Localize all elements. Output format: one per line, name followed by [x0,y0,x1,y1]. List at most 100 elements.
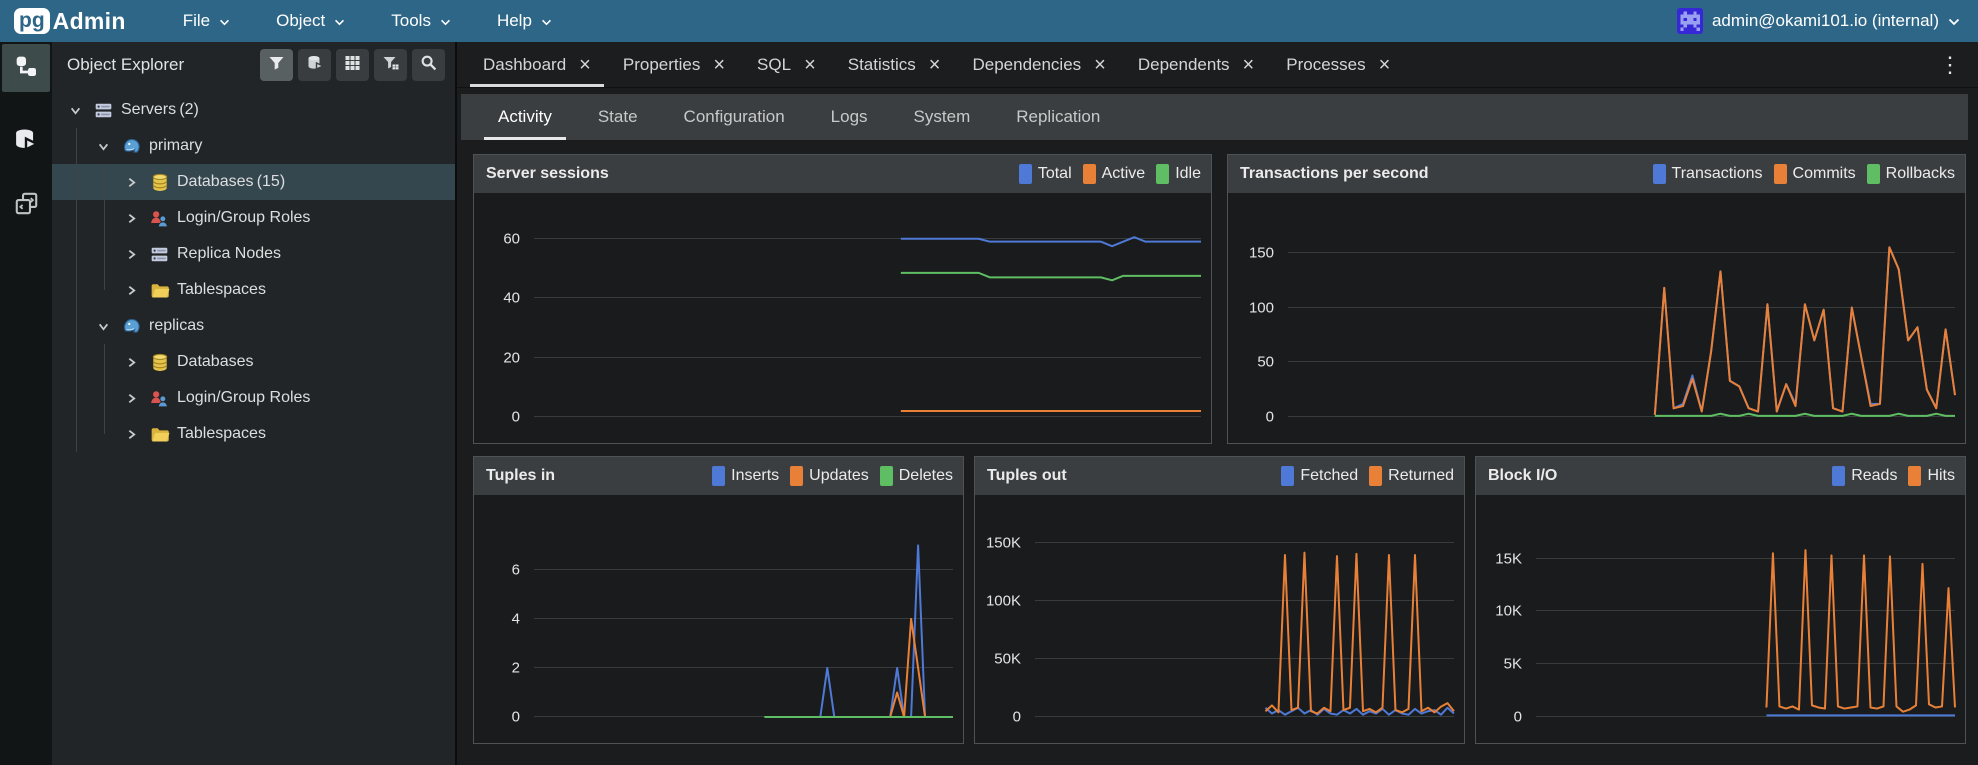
legend-label: Hits [1927,467,1955,484]
tree-item-tablespaces[interactable]: Tablespaces [52,272,455,308]
object-explorer-tree: Servers (2) primary Databases (15) Login/Gr… [52,88,455,765]
query-tool-icon [13,128,40,157]
close-icon[interactable]: × [1243,55,1255,75]
subtab-state[interactable]: State [575,94,661,140]
tree-item-primary[interactable]: primary [52,128,455,164]
expand-twisty-icon[interactable] [120,249,142,260]
tree-indent-guide [104,164,105,290]
tab-label: Properties [622,54,701,74]
close-icon[interactable]: × [713,55,725,75]
kebab-menu-icon[interactable]: ⋮ [1923,52,1978,78]
filter-icon [268,55,285,76]
tab-dependents[interactable]: Dependents × [1122,42,1270,87]
expand-twisty-icon[interactable] [120,213,142,224]
tab-label: Dependents [1137,54,1230,74]
panel-block-io: Block I/O Reads Hits 0 5K 10K 15K [1475,456,1966,744]
tab-statistics[interactable]: Statistics × [832,42,957,87]
legend-swatch [1832,466,1846,486]
legend-label: Total [1037,165,1072,182]
filter-table-button[interactable] [374,49,407,81]
search-icon [420,54,437,76]
menu-help[interactable]: Help [474,0,575,42]
close-icon[interactable]: × [1379,55,1391,75]
expand-twisty-icon[interactable] [120,357,142,368]
expand-twisty-icon[interactable] [120,429,142,440]
tab-sql[interactable]: SQL × [741,42,832,87]
grid-icon [344,55,361,76]
menu-tools[interactable]: Tools [368,0,474,42]
collapse-twisty-icon[interactable] [64,105,86,116]
y-tick-label: 6 [511,561,520,579]
collapse-twisty-icon[interactable] [92,141,114,152]
tab-dependencies[interactable]: Dependencies × [956,42,1121,87]
tab-properties[interactable]: Properties × [607,42,741,87]
panel-header: Block I/O Reads Hits [1476,457,1965,495]
y-tick-label: 50 [1257,353,1274,371]
chevron-down-icon [541,11,552,31]
legend-label: Fetched [1300,467,1359,484]
tree-item-login-group-roles[interactable]: Login/Group Roles [52,380,455,416]
menu-object[interactable]: Object [253,0,368,42]
close-icon[interactable]: × [804,55,816,75]
main-area: Dashboard × Properties × SQL × Statistics × Depe… [457,42,1978,765]
subtab-configuration[interactable]: Configuration [661,94,808,140]
legend-deletes: Deletes [879,466,953,486]
subtab-label: Activity [498,107,552,126]
tree-item-label: Databases (15) [177,173,286,190]
grid-button[interactable] [336,49,369,81]
panel-server-sessions: Server sessions Total Active Idle 0 20 40 60 [473,154,1212,444]
database-arrow-button[interactable] [298,49,331,81]
close-icon[interactable]: × [579,55,591,75]
tree-item-tablespaces[interactable]: Tablespaces [52,416,455,452]
close-icon[interactable]: × [1094,55,1106,75]
legend-active: Active [1082,164,1145,184]
expand-twisty-icon[interactable] [120,177,142,188]
expand-twisty-icon[interactable] [120,285,142,296]
collapse-twisty-icon[interactable] [92,321,114,332]
y-tick-label: 5K [1503,655,1522,673]
series-line-rollbacks [1655,414,1955,416]
user-menu[interactable]: admin@okami101.io (internal) [1676,8,1960,34]
tree-item-replica-nodes[interactable]: Replica Nodes [52,236,455,272]
legend-transactions: Transactions [1652,164,1763,184]
layout-switch-button[interactable] [2,182,50,230]
object-explorer-icon [14,54,38,83]
y-tick-label: 150K [985,534,1021,552]
subtab-activity[interactable]: Activity [475,94,575,140]
chart-legend: Total Active Idle [1018,164,1201,184]
subtab-replication[interactable]: Replication [993,94,1123,140]
subtab-logs[interactable]: Logs [808,94,891,140]
expand-twisty-icon[interactable] [120,393,142,404]
dashboard-content: Activity State Configuration Logs System Repl… [457,88,1978,765]
legend-label: Inserts [731,467,780,484]
tree-item-login-group-roles[interactable]: Login/Group Roles [52,200,455,236]
search-button[interactable] [412,49,445,81]
object-explorer-button[interactable] [2,44,50,92]
user-menu-label: admin@okami101.io (internal) [1711,11,1939,30]
tab-label: Statistics [847,54,916,74]
close-icon[interactable]: × [929,55,941,75]
chart-legend: Transactions Commits Rollbacks [1652,164,1955,184]
y-tick-label: 60 [503,230,520,248]
subtab-system[interactable]: System [891,94,994,140]
server-stack-icon [148,244,171,264]
menu-file[interactable]: File [160,0,253,42]
chart-area: 0 50K 100K 150K [975,495,1464,743]
legend-label: Rollbacks [1885,165,1955,182]
panel-title: Transactions per second [1240,165,1429,182]
tree-item-label: Tablespaces [177,425,266,442]
chart-area: 0 20 40 60 [474,193,1211,443]
pgadmin-logo: pg Admin [14,8,126,35]
chart-legend: Inserts Updates Deletes [712,466,953,486]
legend-swatch [712,466,726,486]
panel-title: Server sessions [486,165,609,182]
tab-processes[interactable]: Processes × [1270,42,1406,87]
tree-item-databases[interactable]: Databases [52,344,455,380]
query-tool-button[interactable] [2,118,50,166]
tree-item-databases[interactable]: Databases (15) [52,164,455,200]
tree-item-servers[interactable]: Servers (2) [52,92,455,128]
filter-button[interactable] [260,49,293,81]
tree-item-replicas[interactable]: replicas [52,308,455,344]
menu-label: Tools [391,11,431,30]
tab-dashboard[interactable]: Dashboard × [467,42,607,87]
